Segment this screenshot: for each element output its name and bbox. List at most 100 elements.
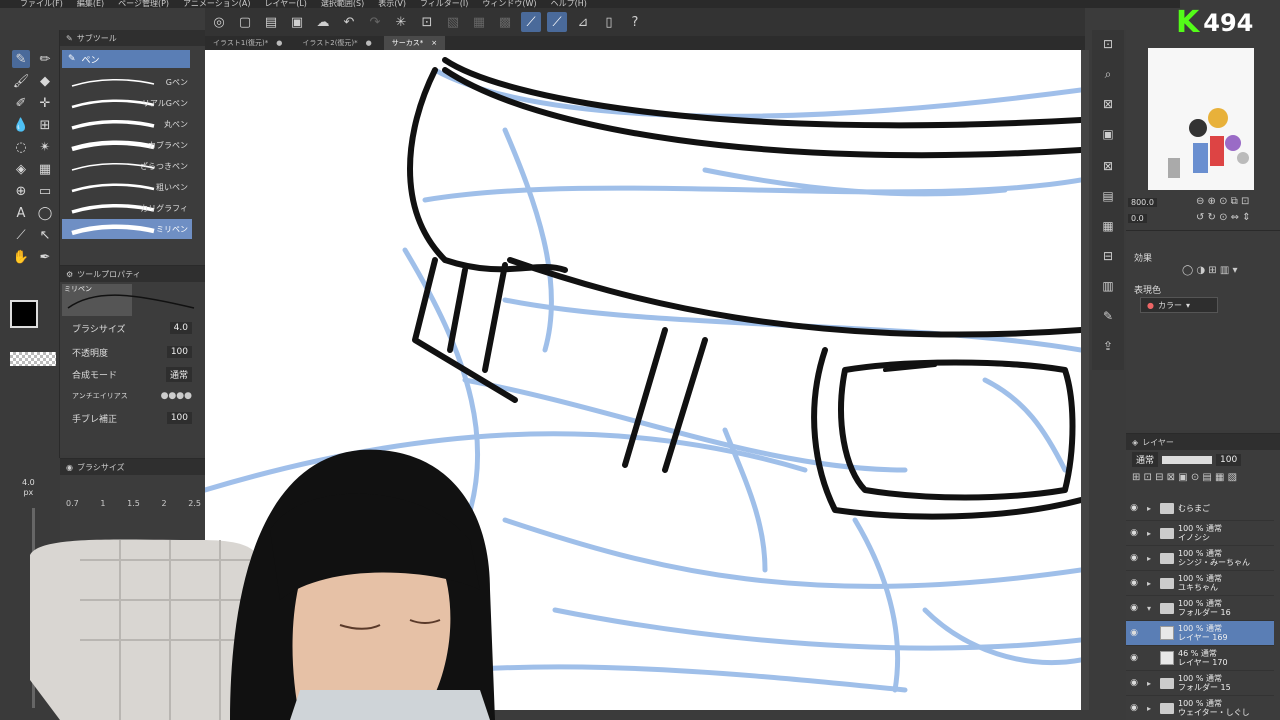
brush-size-preset[interactable]: 1	[100, 499, 105, 508]
brush-size-value[interactable]: 4.0	[169, 322, 192, 334]
companion-mode-icon[interactable]: ◎	[209, 12, 229, 32]
navigator-panel-icon[interactable]: ⊡	[1100, 36, 1116, 52]
clear-outside-icon[interactable]: ▧	[443, 12, 463, 32]
stabilization-value[interactable]: 100	[166, 412, 192, 424]
menu-item[interactable]: ページ管理(P)	[118, 0, 169, 8]
subtool-category[interactable]: ✎ ペン	[62, 50, 190, 68]
redo-icon[interactable]: ↷	[365, 12, 385, 32]
frame-tool-icon[interactable]: ▭	[36, 182, 54, 200]
layer-row[interactable]: ◉ ▾ 100 % 通常 フォルダー 16	[1126, 596, 1274, 621]
pen-tool-icon[interactable]: ✎	[12, 50, 30, 68]
expand-toggle-icon[interactable]: ▸	[1142, 579, 1156, 588]
close-panel-icon[interactable]: ⊠	[1100, 158, 1116, 174]
visibility-eye-icon[interactable]: ◉	[1126, 678, 1142, 688]
layer-blend-select[interactable]: 通常	[1132, 452, 1159, 467]
save-icon[interactable]: ▣	[287, 12, 307, 32]
export-icon[interactable]: ⇪	[1100, 338, 1116, 354]
menu-item[interactable]: フィルター(I)	[420, 0, 468, 8]
subtool-brush-item[interactable]: ミリペン	[62, 219, 192, 239]
antialias-options-icon[interactable]: ●●●●	[161, 391, 192, 401]
menu-item[interactable]: アニメーション(A)	[183, 0, 250, 8]
open-file-icon[interactable]: ▤	[261, 12, 281, 32]
pencil-tool-icon[interactable]: ✏	[36, 50, 54, 68]
menu-item[interactable]: 表示(V)	[378, 0, 406, 8]
tab-close-icon[interactable]: ●	[276, 39, 282, 47]
layer-row[interactable]: ◉ ▸ 100 % 通常 イノシシ	[1126, 521, 1274, 546]
subtool-brush-item[interactable]: カリグラフィ	[62, 198, 192, 218]
opacity-row[interactable]: 不透明度 100	[72, 344, 192, 360]
color-set-icon[interactable]: ▤	[1100, 188, 1116, 204]
snap-special-ruler-icon[interactable]: ⟋	[547, 12, 567, 32]
menu-item[interactable]: 選択範囲(S)	[321, 0, 364, 8]
brush-size-row[interactable]: ブラシサイズ 4.0	[72, 320, 192, 336]
new-file-icon[interactable]: ▢	[235, 12, 255, 32]
menu-item[interactable]: ファイル(F)	[20, 0, 63, 8]
effect-icons[interactable]: ◯ ◑ ⊞ ▥ ▾	[1182, 265, 1237, 276]
expand-toggle-icon[interactable]: ▸	[1142, 704, 1156, 713]
clipboard-icon[interactable]: ▯	[599, 12, 619, 32]
visibility-eye-icon[interactable]: ◉	[1126, 553, 1142, 563]
visibility-eye-icon[interactable]: ◉	[1126, 528, 1142, 538]
menu-item[interactable]: ウィンドウ(W)	[482, 0, 536, 8]
rotate-value[interactable]: 0.0	[1128, 214, 1147, 223]
color-history-icon[interactable]: ▦	[1100, 218, 1116, 234]
undo-icon[interactable]: ↶	[339, 12, 359, 32]
canvas-tab[interactable]: サーカス* ×	[383, 36, 446, 50]
fill-tool-icon[interactable]: ◈	[12, 160, 30, 178]
expand-toggle-icon[interactable]: ▸	[1142, 554, 1156, 563]
cloud-icon[interactable]: ☁	[313, 12, 333, 32]
subtool-brush-item[interactable]: 丸ペン	[62, 114, 192, 134]
canvas-tab[interactable]: イラスト1(復元)* ●	[205, 36, 290, 50]
expand-toggle-icon[interactable]: ▸	[1142, 529, 1156, 538]
search-icon[interactable]: ⌕	[1100, 66, 1116, 82]
menu-item[interactable]: レイヤー(L)	[264, 0, 306, 8]
brush-tool-icon[interactable]: 🖌	[12, 72, 30, 90]
expand-toggle-icon[interactable]: ▾	[1142, 604, 1156, 613]
subtool-brush-item[interactable]: カブラペン	[62, 135, 192, 155]
expand-toggle-icon[interactable]: ▸	[1142, 504, 1156, 513]
zoom-value[interactable]: 800.0	[1128, 198, 1157, 207]
magic-wand-tool-icon[interactable]: ✴	[36, 138, 54, 156]
drawing-canvas[interactable]	[205, 50, 1081, 710]
subtool-brush-item[interactable]: Gペン	[62, 72, 192, 92]
canvas-vertical-scrollbar[interactable]	[1081, 50, 1089, 710]
grid-tool-icon[interactable]: ⊞	[36, 116, 54, 134]
visibility-eye-icon[interactable]: ◉	[1126, 603, 1142, 613]
antialias-row[interactable]: アンチエイリアス ●●●●	[72, 388, 192, 404]
balloon-tool-icon[interactable]: ◯	[36, 204, 54, 222]
size-slider-track[interactable]	[32, 508, 35, 708]
airbrush-tool-icon[interactable]: ✐	[12, 94, 30, 112]
layer-tools-row[interactable]: ⊞ ⊡ ⊟ ⊠ ▣ ⊙ ▤ ▦ ▧	[1132, 472, 1237, 483]
main-color-swatch[interactable]	[10, 300, 38, 328]
visibility-eye-icon[interactable]: ◉	[1126, 503, 1142, 513]
tab-close-icon[interactable]: ×	[431, 39, 437, 47]
sub-view-icon[interactable]: ▥	[1100, 278, 1116, 294]
layer-opacity-value[interactable]: 100	[1216, 453, 1242, 466]
blend-mode-select[interactable]: 通常	[165, 366, 192, 382]
operation-tool-icon[interactable]: ↖	[36, 226, 54, 244]
expression-color-select[interactable]: ● カラー ▾	[1140, 297, 1218, 313]
ruler-tool-icon[interactable]: ⟋	[12, 226, 30, 244]
menu-item[interactable]: ヘルプ(H)	[551, 0, 587, 8]
subtool-brush-item[interactable]: リアルGペン	[62, 93, 192, 113]
figure-tool-icon[interactable]: ⊕	[12, 182, 30, 200]
visibility-eye-icon[interactable]: ◉	[1126, 578, 1142, 588]
text-tool-icon[interactable]: A	[12, 204, 30, 222]
brush-size-preset[interactable]: 1.5	[127, 499, 140, 508]
brush-size-preset[interactable]: 2.5	[188, 499, 201, 508]
stabilization-row[interactable]: 手ブレ補正 100	[72, 410, 192, 426]
layer-row[interactable]: ◉ 100 % 通常 レイヤー 169	[1126, 621, 1274, 646]
item-bank-icon[interactable]: ⊟	[1100, 248, 1116, 264]
canvas-tab[interactable]: イラスト2(復元)* ●	[294, 36, 379, 50]
snap-ruler-icon[interactable]: ⟋	[521, 12, 541, 32]
subtool-brush-item[interactable]: 粗いペン	[62, 177, 192, 197]
fill-icon[interactable]: ▦	[469, 12, 489, 32]
layer-row[interactable]: ◉ ▸ 100 % 通常 ウェイター・しぐし	[1126, 696, 1274, 720]
eyedropper-tool-icon[interactable]: ✒	[36, 248, 54, 266]
brush-size-preset[interactable]: 2	[161, 499, 166, 508]
visibility-eye-icon[interactable]: ◉	[1126, 628, 1142, 638]
rotate-controls-icon[interactable]: ↺ ↻ ⊙ ⇔ ⇕	[1196, 212, 1251, 223]
visibility-eye-icon[interactable]: ◉	[1126, 703, 1142, 713]
hand-tool-icon[interactable]: ✋	[12, 248, 30, 266]
material-icon[interactable]: ▣	[1100, 126, 1116, 142]
